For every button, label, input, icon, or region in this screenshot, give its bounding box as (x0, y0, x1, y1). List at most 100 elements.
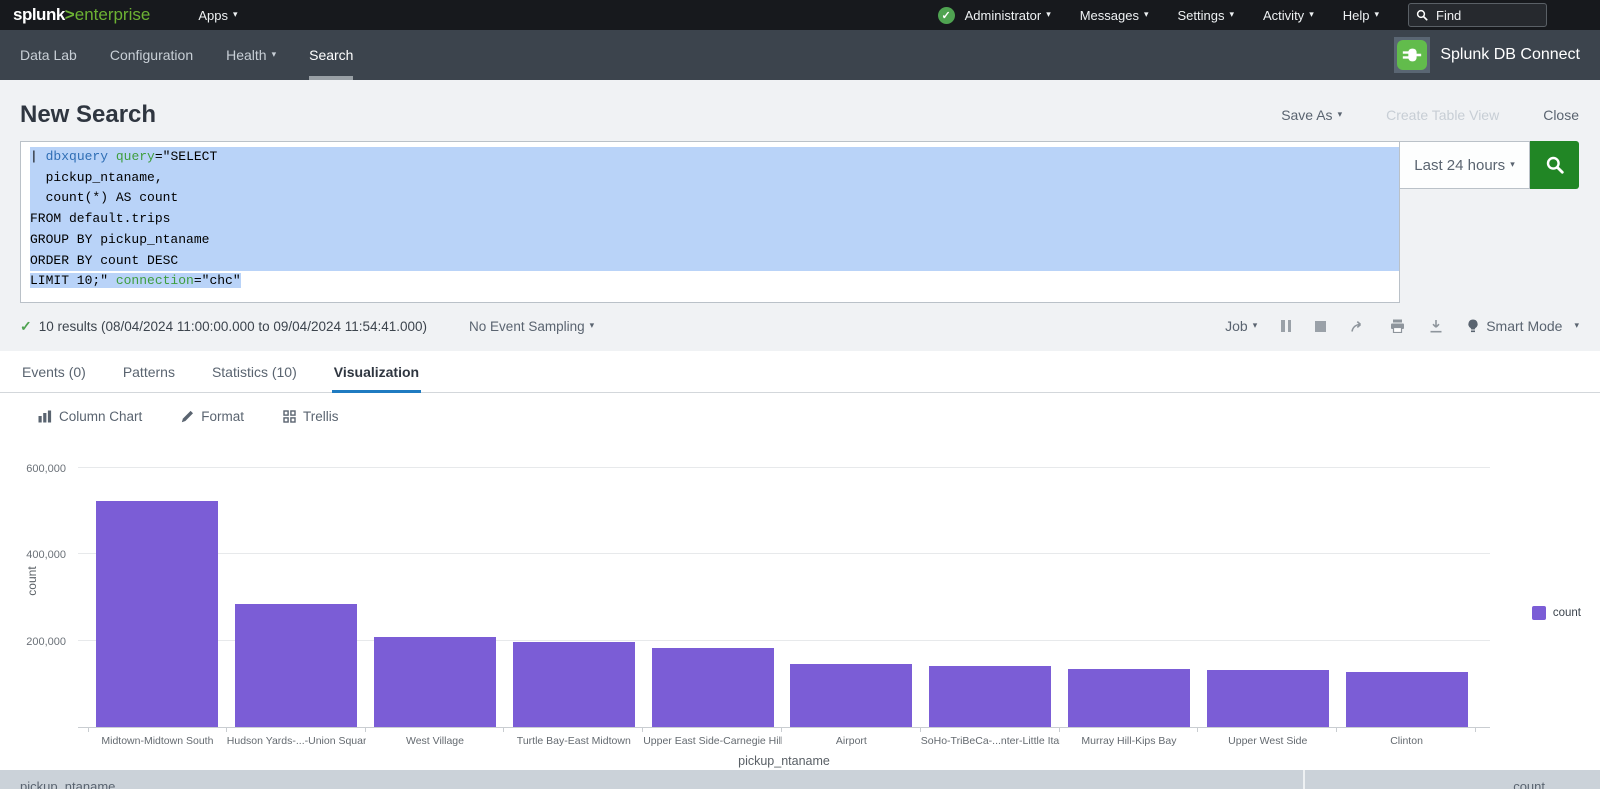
page-title: New Search (20, 101, 156, 129)
chevron-down-icon: ▾ (1046, 9, 1051, 20)
bar-clinton[interactable] (1346, 672, 1468, 727)
create-table-view-button[interactable]: Create Table View (1386, 107, 1499, 123)
bar-murray-hill-kips-bay[interactable] (1068, 669, 1190, 727)
success-check-icon: ✓ (20, 318, 32, 335)
app-nav-configuration[interactable]: Configuration (110, 30, 193, 80)
x-tick-label: SoHo-TriBeCa-...nter-Little Italy (921, 728, 1060, 747)
bar-slot (227, 604, 366, 727)
event-sampling-menu[interactable]: No Event Sampling ▾ (469, 319, 594, 334)
query-line: GROUP BY pickup_ntaname (30, 230, 1399, 251)
db-connect-icon (1394, 37, 1430, 73)
bar-slot (504, 642, 643, 727)
legend-swatch (1532, 606, 1546, 620)
find-input[interactable] (1434, 7, 1518, 24)
bar-upper-east-side-carnegie-hill[interactable] (652, 648, 774, 727)
job-menu[interactable]: Job ▾ (1225, 318, 1257, 334)
chevron-down-icon: ▾ (1338, 109, 1343, 120)
results-summary: 10 results (08/04/2024 11:00:00.000 to 0… (39, 319, 427, 334)
time-range-label: Last 24 hours (1414, 157, 1505, 174)
tab-visualization[interactable]: Visualization (332, 351, 421, 392)
activity-menu[interactable]: Activity ▾ (1263, 8, 1314, 23)
stop-icon (1315, 321, 1326, 332)
query-line: pickup_ntaname, (30, 168, 1399, 189)
bar-upper-west-side[interactable] (1207, 670, 1329, 727)
trellis-grid-icon (283, 410, 296, 423)
chart-type-button[interactable]: Column Chart (38, 409, 142, 424)
close-button[interactable]: Close (1543, 107, 1579, 123)
bar-soho-tribeca-nter-little-italy[interactable] (929, 666, 1051, 727)
query-line: FROM default.trips (30, 209, 1399, 230)
y-tick-label: 200,000 (2, 636, 66, 648)
tab-statistics-10[interactable]: Statistics (10) (210, 351, 299, 392)
app-identity[interactable]: Splunk DB Connect (1394, 30, 1600, 80)
search-mode-label: Smart Mode (1486, 318, 1562, 334)
apps-menu[interactable]: Apps ▾ (198, 8, 237, 23)
search-icon (1545, 155, 1565, 175)
splunk-logo[interactable]: splunk>enterprise (13, 5, 150, 25)
splunk-window: splunk>enterprise Apps ▾ ✓ Administrator… (0, 0, 1600, 789)
activity-menu-label: Activity (1263, 8, 1304, 23)
bar-hudson-yards-union-square[interactable] (235, 604, 357, 727)
chevron-down-icon: ▾ (1309, 9, 1314, 20)
bar-west-village[interactable] (374, 637, 496, 727)
bar-airport[interactable] (790, 664, 912, 727)
x-tick-label: West Village (366, 728, 505, 747)
app-bar: Data Lab Configuration Health▾ Search Splun… (0, 30, 1600, 80)
stop-button[interactable] (1315, 321, 1326, 332)
app-nav-search[interactable]: Search (309, 30, 353, 80)
save-as-button[interactable]: Save As ▾ (1281, 107, 1342, 123)
chevron-down-icon: ▾ (272, 49, 277, 60)
chart-legend[interactable]: count (1532, 606, 1581, 620)
column-header-pickup-ntaname[interactable]: pickup_ntaname (0, 770, 1303, 789)
help-menu[interactable]: Help ▾ (1343, 8, 1379, 23)
query-line: ORDER BY count DESC (30, 251, 1399, 272)
export-button[interactable] (1429, 319, 1443, 333)
bar-slot (88, 501, 227, 727)
chart-plot: 200,000400,000600,000 (78, 444, 1490, 728)
administrator-menu[interactable]: Administrator ▾ (965, 8, 1051, 23)
splunk-top-nav: splunk>enterprise Apps ▾ ✓ Administrator… (0, 0, 1600, 30)
trellis-label: Trellis (303, 409, 339, 424)
query-line: LIMIT 10;" connection="chc" (30, 271, 1399, 292)
tab-events-0[interactable]: Events (0) (20, 351, 88, 392)
format-button[interactable]: Format (181, 409, 244, 424)
logo-separator: > (65, 5, 75, 25)
column-chart: count 200,000400,000600,000 Midtown-Midt… (0, 444, 1600, 768)
search-query-input[interactable]: | dbxquery query="SELECT pickup_ntaname,… (20, 141, 1400, 303)
app-nav-data-lab[interactable]: Data Lab (20, 30, 77, 80)
bar-midtown-midtown-south[interactable] (96, 501, 218, 727)
messages-menu-label: Messages (1080, 8, 1139, 23)
app-title: Splunk DB Connect (1440, 46, 1580, 64)
bar-slot (782, 664, 921, 727)
bar-slot (366, 637, 505, 727)
x-labels-row: Midtown-Midtown SouthHudson Yards-...-Un… (88, 728, 1476, 747)
pause-button[interactable] (1281, 320, 1291, 332)
trellis-button[interactable]: Trellis (283, 409, 339, 424)
bar-slot (1060, 669, 1199, 727)
share-button[interactable] (1350, 320, 1366, 333)
y-tick-label: 400,000 (2, 549, 66, 561)
bar-turtle-bay-east-midtown[interactable] (513, 642, 635, 727)
administrator-menu-label: Administrator (965, 8, 1042, 23)
messages-menu[interactable]: Messages ▾ (1080, 8, 1149, 23)
print-icon (1390, 319, 1405, 333)
health-check-icon[interactable]: ✓ (938, 7, 955, 24)
time-range-picker[interactable]: Last 24 hours ▾ (1400, 141, 1530, 189)
search-icon (1416, 9, 1428, 21)
job-actions: Job ▾ (1225, 318, 1579, 334)
app-nav: Data Lab Configuration Health▾ Search (0, 30, 386, 80)
query-line: count(*) AS count (30, 188, 1399, 209)
column-header-count[interactable]: count (1303, 770, 1600, 789)
apps-menu-label: Apps (198, 8, 228, 23)
app-nav-health[interactable]: Health▾ (226, 30, 276, 80)
x-tick-label: Clinton (1337, 728, 1476, 747)
find-search-box[interactable] (1408, 3, 1547, 27)
print-button[interactable] (1390, 319, 1405, 333)
x-axis-title: pickup_ntaname (78, 754, 1490, 768)
tab-patterns[interactable]: Patterns (121, 351, 177, 392)
settings-menu[interactable]: Settings ▾ (1178, 8, 1235, 23)
search-mode-selector[interactable]: Smart Mode ▾ (1467, 318, 1579, 334)
share-icon (1350, 320, 1366, 333)
search-button[interactable] (1530, 141, 1579, 189)
bar-slot (643, 648, 782, 727)
